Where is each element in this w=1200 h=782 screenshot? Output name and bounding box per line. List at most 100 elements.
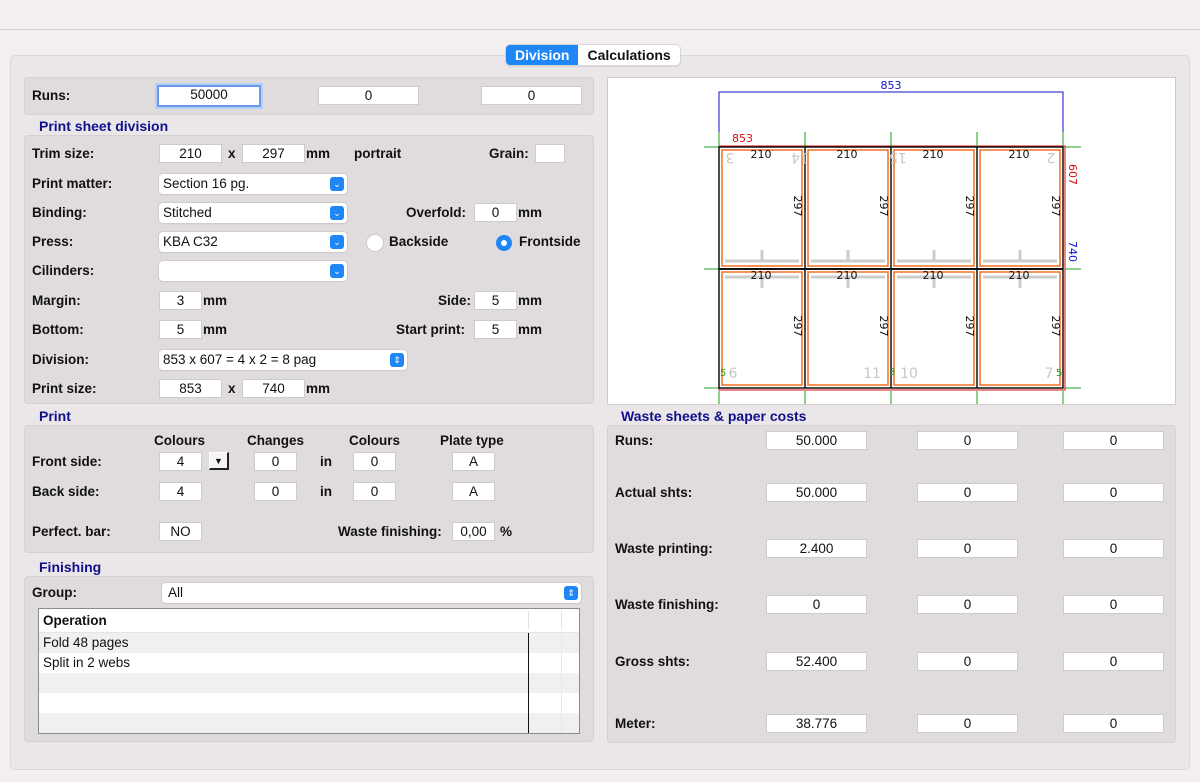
plate-type-header: Plate type: [440, 433, 504, 448]
cilinders-select[interactable]: ⌄: [159, 261, 347, 281]
waste-row-value-3[interactable]: 0: [1063, 431, 1164, 450]
grain-input[interactable]: [535, 144, 565, 163]
trim-height-input[interactable]: 297: [242, 144, 305, 163]
waste-row-value-1[interactable]: 38.776: [766, 714, 867, 733]
grain-label: Grain:: [489, 146, 529, 161]
runs-input-3[interactable]: 0: [481, 86, 582, 105]
page-width-label: 210: [837, 269, 858, 282]
print-matter-value: Section 16 pg.: [163, 176, 250, 191]
waste-row-value-1[interactable]: 52.400: [766, 652, 867, 671]
back-colours2-input[interactable]: 0: [353, 482, 396, 501]
bottom-input[interactable]: 5: [159, 320, 202, 339]
waste-row-value-2[interactable]: 0: [917, 431, 1018, 450]
backside-label: Backside: [389, 234, 449, 249]
waste-finishing-pct-input[interactable]: 0,00: [452, 522, 495, 541]
waste-row-label: Waste finishing:: [615, 597, 719, 612]
group-select[interactable]: All ⇕: [162, 583, 581, 603]
page-width-label: 210: [1009, 148, 1030, 161]
sheet-layout-canvas[interactable]: 853 740 853 607 210 297 210 297 210 297 210 297 210 2…: [607, 77, 1176, 405]
frontside-label: Frontside: [519, 234, 581, 249]
page-trim-outline: [721, 149, 803, 267]
start-print-input[interactable]: 5: [474, 320, 517, 339]
waste-row-value-2[interactable]: 0: [917, 595, 1018, 614]
chevron-down-icon: ⌄: [330, 177, 344, 191]
front-plate-type-input[interactable]: A: [452, 452, 495, 471]
table-row[interactable]: [39, 693, 579, 713]
waste-row-value-3[interactable]: 0: [1063, 714, 1164, 733]
operation-column-header[interactable]: Operation: [43, 613, 107, 628]
colours-header: Colours: [154, 433, 206, 448]
back-side-label: Back side:: [32, 484, 100, 499]
paper-height-label: 607: [1066, 164, 1079, 185]
start-print-label: Start print:: [396, 322, 465, 337]
waste-row-value-2[interactable]: 0: [917, 483, 1018, 502]
waste-row-label: Runs:: [615, 433, 654, 448]
column-resize-line[interactable]: [528, 633, 529, 733]
waste-row-value-1[interactable]: 50.000: [766, 431, 867, 450]
waste-row-label: Waste printing:: [615, 541, 713, 556]
waste-row-value-1[interactable]: 2.400: [766, 539, 867, 558]
perfect-bar-label: Perfect. bar:: [32, 524, 111, 539]
press-label: Press:: [32, 234, 74, 249]
waste-row-value-3[interactable]: 0: [1063, 539, 1164, 558]
tab-division[interactable]: Division: [506, 45, 579, 65]
print-size-unit-label: mm: [306, 381, 331, 396]
print-matter-select[interactable]: Section 16 pg. ⌄: [159, 174, 347, 194]
print-width-input[interactable]: 853: [159, 379, 222, 398]
waste-row-value-2[interactable]: 0: [917, 714, 1018, 733]
waste-row-label: Meter:: [615, 716, 656, 731]
page-width-label: 210: [923, 148, 944, 161]
margin-label: Margin:: [32, 293, 81, 308]
changes-header: Changes: [247, 433, 305, 448]
page-number: 10: [900, 366, 918, 382]
back-in-label: in: [320, 484, 332, 499]
waste-row-value-2[interactable]: 0: [917, 539, 1018, 558]
runs-input-1[interactable]: 50000: [157, 85, 261, 107]
press-select[interactable]: KBA C32 ⌄: [159, 232, 347, 252]
runs-input-2[interactable]: 0: [318, 86, 419, 105]
frontside-radio[interactable]: [496, 235, 512, 251]
updown-chevron-icon: ⇕: [390, 353, 404, 367]
division-select[interactable]: 853 x 607 = 4 x 2 = 8 pag ⇕: [159, 350, 407, 370]
waste-row-value-3[interactable]: 0: [1063, 652, 1164, 671]
front-in-label: in: [320, 454, 332, 469]
margin-mark: 5: [720, 368, 726, 379]
waste-row-value-3[interactable]: 0: [1063, 483, 1164, 502]
waste-row-value-1[interactable]: 0: [766, 595, 867, 614]
waste-row-value-1[interactable]: 50.000: [766, 483, 867, 502]
margin-input[interactable]: 3: [159, 291, 202, 310]
page-height-label: 297: [963, 316, 976, 337]
table-row[interactable]: Split in 2 webs: [39, 653, 579, 673]
table-header: Operation: [39, 609, 579, 633]
table-row[interactable]: [39, 673, 579, 693]
front-changes-input[interactable]: 0: [254, 452, 297, 471]
trim-size-label: Trim size:: [32, 146, 95, 161]
back-plate-type-input[interactable]: A: [452, 482, 495, 501]
back-colours-input[interactable]: 4: [159, 482, 202, 501]
header-divider: [528, 611, 529, 629]
tab-calculations[interactable]: Calculations: [578, 45, 679, 65]
side-input[interactable]: 5: [474, 291, 517, 310]
front-side-label: Front side:: [32, 454, 102, 469]
table-row[interactable]: [39, 713, 579, 733]
waste-sheets-title: Waste sheets & paper costs: [621, 408, 807, 424]
backside-radio[interactable]: [367, 235, 383, 251]
waste-row-value-2[interactable]: 0: [917, 652, 1018, 671]
page-width-label: 210: [837, 148, 858, 161]
front-colours-input[interactable]: 4: [159, 452, 202, 471]
waste-row-value-3[interactable]: 0: [1063, 595, 1164, 614]
print-height-input[interactable]: 740: [242, 379, 305, 398]
page-width-label: 210: [1009, 269, 1030, 282]
colours-dropdown-button[interactable]: ▼: [209, 452, 229, 470]
table-row[interactable]: Fold 48 pages: [39, 633, 579, 653]
back-changes-input[interactable]: 0: [254, 482, 297, 501]
perfect-bar-input[interactable]: NO: [159, 522, 202, 541]
front-colours2-input[interactable]: 0: [353, 452, 396, 471]
page-trim-outline: [893, 149, 975, 267]
overfold-label: Overfold:: [406, 205, 467, 220]
colours2-header: Colours: [349, 433, 401, 448]
page-height-label: 297: [791, 316, 804, 337]
overfold-input[interactable]: 0: [474, 203, 517, 222]
trim-width-input[interactable]: 210: [159, 144, 222, 163]
binding-select[interactable]: Stitched ⌄: [159, 203, 347, 223]
